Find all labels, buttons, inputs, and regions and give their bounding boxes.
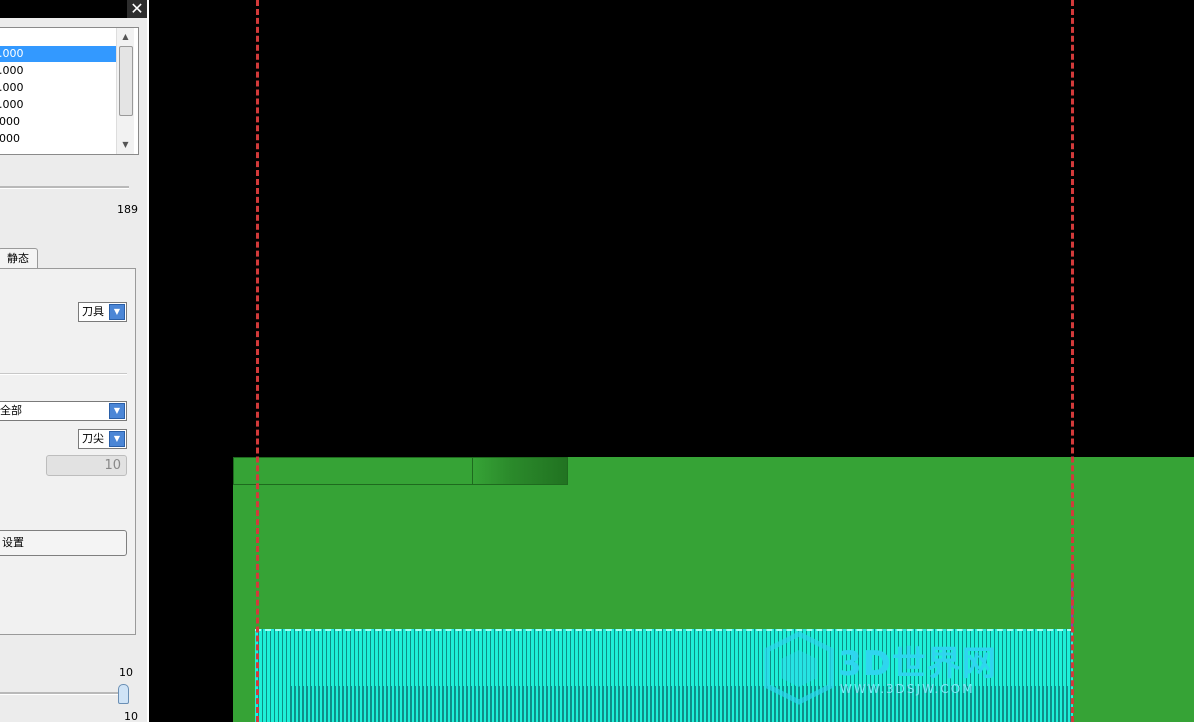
scroll-down-arrow-icon[interactable]: ▼: [117, 138, 134, 152]
list-item[interactable]: .000: [0, 97, 118, 113]
list-item[interactable]: .000: [0, 63, 118, 79]
list-item[interactable]: .000: [0, 46, 118, 62]
left-panel: ✕ .000 .000 .000 .000 000 000 ▲ ▼ 189 静态…: [0, 0, 147, 722]
tool-dropdown-value: 刀具: [82, 305, 104, 318]
scrollbar-thumb[interactable]: [119, 46, 133, 116]
panel-titlebar: [0, 0, 147, 18]
right-boundary-line: [1071, 0, 1074, 722]
scope-dropdown[interactable]: 全部 ▼: [0, 401, 127, 421]
simulation-viewport[interactable]: [149, 0, 1194, 722]
list-item[interactable]: 000: [0, 131, 118, 147]
bottom-slider-max-label: 10: [119, 666, 133, 679]
settings-button[interactable]: 设置: [0, 530, 127, 556]
bottom-slider-thumb[interactable]: [118, 684, 129, 704]
chevron-down-icon[interactable]: ▼: [109, 304, 125, 320]
chevron-down-icon[interactable]: ▼: [109, 431, 125, 447]
watermark-brand: 3D世界网: [838, 644, 997, 684]
chevron-down-icon[interactable]: ▼: [109, 403, 125, 419]
list-item[interactable]: .000: [0, 80, 118, 96]
scope-dropdown-value: 全部: [0, 404, 22, 417]
value-list[interactable]: .000 .000 .000 .000 000 000 ▲ ▼: [0, 27, 139, 155]
bottom-slider-value-label: 10: [124, 710, 138, 722]
tool-dropdown[interactable]: 刀具 ▼: [78, 302, 127, 322]
position-slider-track[interactable]: [0, 186, 129, 189]
scroll-up-arrow-icon[interactable]: ▲: [117, 30, 134, 44]
close-button[interactable]: ✕: [127, 0, 147, 18]
list-scrollbar[interactable]: ▲ ▼: [116, 28, 134, 154]
section-divider: [0, 373, 127, 375]
watermark-url: WWW.3DSJW.COM: [840, 682, 975, 696]
point-dropdown[interactable]: 刀尖 ▼: [78, 429, 127, 449]
list-item[interactable]: 000: [0, 114, 118, 130]
disabled-number-field: 10: [46, 455, 127, 476]
stock-top-face: [233, 457, 473, 485]
bottom-slider-track[interactable]: [0, 692, 118, 695]
point-dropdown-value: 刀尖: [82, 432, 104, 445]
tab-static[interactable]: 静态: [0, 248, 38, 269]
tab-content-panel: [0, 268, 136, 635]
stock-shaded-face: [472, 457, 568, 485]
position-slider-value: 189: [117, 203, 138, 216]
left-boundary-line: [256, 0, 259, 722]
